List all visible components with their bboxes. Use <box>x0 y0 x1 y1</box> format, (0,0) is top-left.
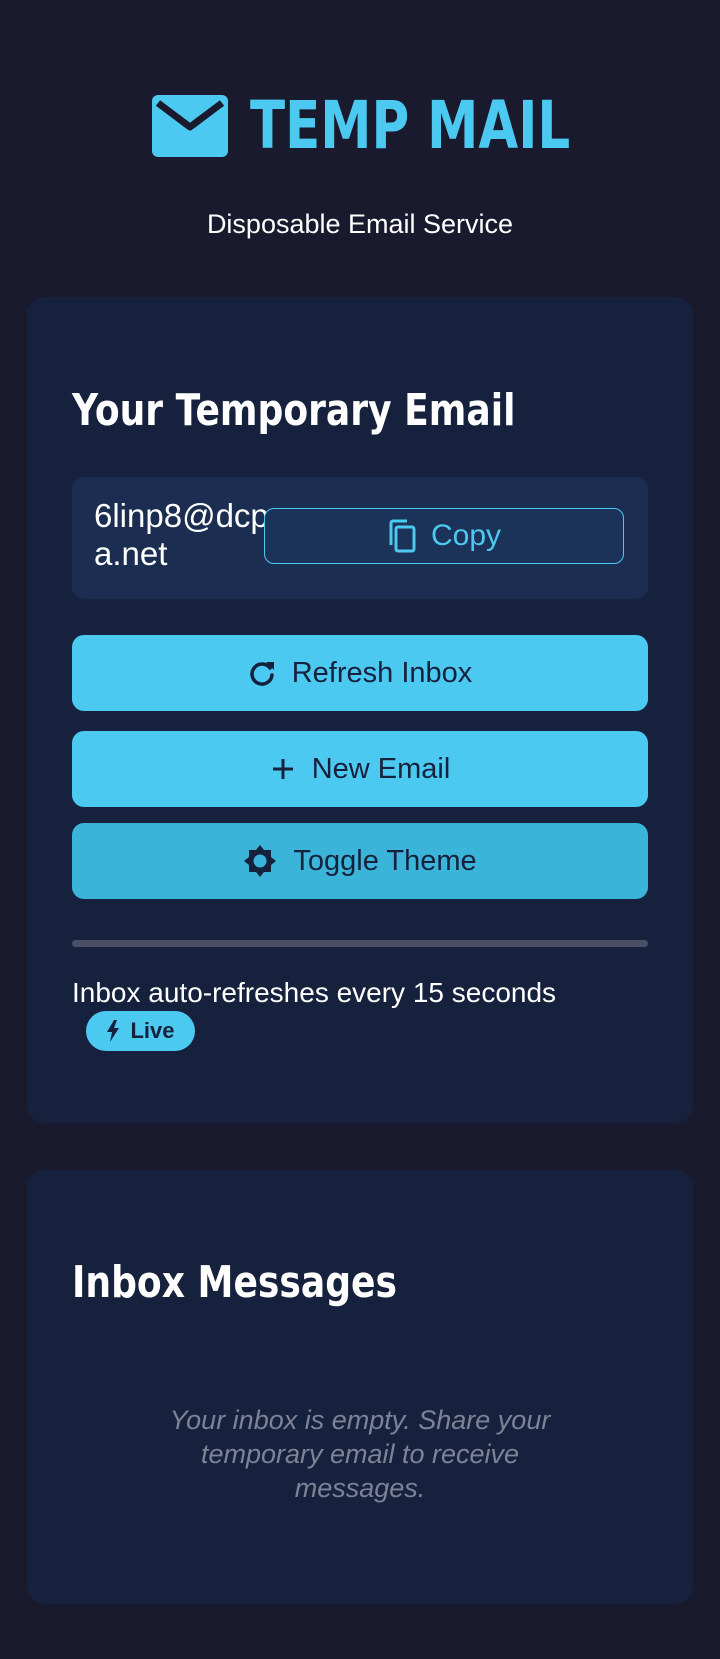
app-subtitle: Disposable Email Service <box>206 209 514 239</box>
live-badge-label: Live <box>130 1018 175 1043</box>
email-address-text: 6linp8@dcpa.net <box>94 497 269 572</box>
brightness-icon <box>244 845 277 877</box>
bolt-icon <box>107 1020 120 1042</box>
inbox-messages-heading: Inbox Messages <box>72 1257 398 1308</box>
envelope-icon <box>152 95 228 157</box>
copy-icon <box>389 519 416 553</box>
refresh-icon <box>250 662 274 686</box>
auto-refresh-info: Inbox auto-refreshes every 15 seconds <box>72 977 557 1008</box>
section-divider <box>72 940 648 947</box>
toggle-theme-button[interactable]: Toggle Theme <box>72 823 648 899</box>
empty-inbox-message: Your inbox is empty. Share your temporar… <box>169 1405 551 1503</box>
email-display-box: 6linp8@dcpa.net Copy <box>72 477 648 599</box>
plus-icon <box>272 759 293 779</box>
new-email-label: New Email <box>311 752 451 785</box>
toggle-theme-label: Toggle Theme <box>293 844 477 877</box>
temporary-email-heading: Your Temporary Email <box>72 385 516 436</box>
live-badge: Live <box>86 1011 195 1051</box>
copy-button-label: Copy <box>430 519 502 552</box>
refresh-inbox-button[interactable]: Refresh Inbox <box>72 635 648 711</box>
copy-button[interactable]: Copy <box>264 508 624 564</box>
inbox-messages-card <box>27 1170 693 1604</box>
app-header: TEMP MAIL <box>0 88 720 164</box>
refresh-inbox-label: Refresh Inbox <box>291 656 473 689</box>
app-title: TEMP MAIL <box>250 87 571 164</box>
new-email-button[interactable]: New Email <box>72 731 648 807</box>
